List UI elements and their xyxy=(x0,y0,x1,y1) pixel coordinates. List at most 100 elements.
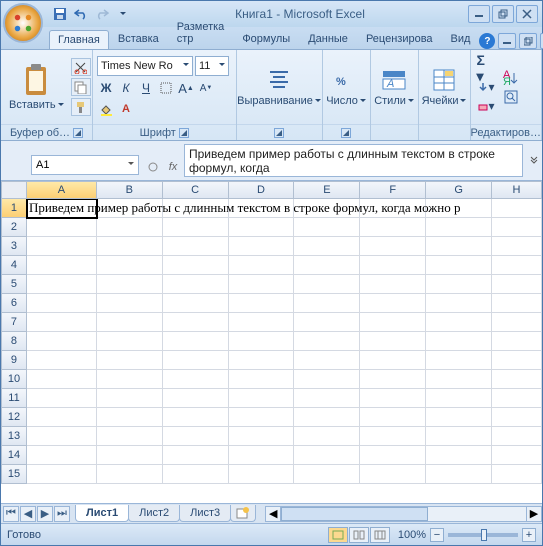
scroll-right-button[interactable]: ▶ xyxy=(526,506,542,522)
cut-button[interactable] xyxy=(71,58,91,76)
cell[interactable] xyxy=(426,351,492,370)
cell[interactable] xyxy=(163,237,229,256)
row-header[interactable]: 6 xyxy=(1,294,27,313)
cell[interactable] xyxy=(27,294,97,313)
copy-button[interactable] xyxy=(71,78,91,96)
cell[interactable] xyxy=(294,332,360,351)
clear-button[interactable]: ▾ xyxy=(477,97,495,115)
cell[interactable] xyxy=(426,313,492,332)
cell[interactable] xyxy=(229,294,295,313)
styles-button[interactable]: A Стили xyxy=(370,65,418,109)
cell[interactable] xyxy=(27,256,97,275)
help-icon[interactable]: ? xyxy=(479,33,495,49)
tab-formulas[interactable]: Формулы xyxy=(233,29,299,49)
last-sheet-button[interactable]: ⏭ xyxy=(54,506,70,522)
font-name-combo[interactable]: Times New Ro xyxy=(97,56,193,76)
redo-icon[interactable] xyxy=(93,5,111,23)
cell[interactable] xyxy=(97,218,163,237)
cell[interactable] xyxy=(360,332,426,351)
cell[interactable] xyxy=(229,408,295,427)
row-header[interactable]: 9 xyxy=(1,351,27,370)
cell[interactable] xyxy=(294,313,360,332)
clipboard-launcher[interactable] xyxy=(73,128,83,138)
cell[interactable] xyxy=(97,237,163,256)
tab-review[interactable]: Рецензирова xyxy=(357,29,442,49)
next-sheet-button[interactable]: ▶ xyxy=(37,506,53,522)
cell[interactable] xyxy=(426,294,492,313)
page-break-view-button[interactable] xyxy=(370,527,390,543)
row-header[interactable]: 15 xyxy=(1,465,27,484)
cell[interactable] xyxy=(426,446,492,465)
shrink-font-button[interactable]: A▼ xyxy=(197,79,215,97)
scroll-left-button[interactable]: ◀ xyxy=(265,506,281,522)
cell[interactable] xyxy=(426,389,492,408)
cell[interactable] xyxy=(492,313,542,332)
row-header[interactable]: 10 xyxy=(1,370,27,389)
save-icon[interactable] xyxy=(51,5,69,23)
undo-icon[interactable] xyxy=(72,5,90,23)
cell[interactable] xyxy=(229,275,295,294)
prev-sheet-button[interactable]: ◀ xyxy=(20,506,36,522)
cell[interactable] xyxy=(492,351,542,370)
new-sheet-button[interactable] xyxy=(230,505,256,522)
column-header[interactable]: C xyxy=(163,181,229,199)
column-header[interactable]: D xyxy=(229,181,295,199)
cell[interactable] xyxy=(27,389,97,408)
find-select-button[interactable] xyxy=(502,88,520,106)
cell[interactable] xyxy=(163,332,229,351)
cell[interactable] xyxy=(492,294,542,313)
cell[interactable] xyxy=(229,465,295,484)
cell[interactable] xyxy=(229,313,295,332)
fill-color-button[interactable] xyxy=(97,100,115,118)
cell[interactable] xyxy=(294,465,360,484)
cell[interactable] xyxy=(163,256,229,275)
column-header[interactable]: H xyxy=(492,181,542,199)
cell[interactable] xyxy=(27,351,97,370)
autosum-button[interactable]: Σ ▾ xyxy=(477,59,495,77)
paste-button[interactable]: Вставить xyxy=(5,61,68,113)
cell[interactable] xyxy=(360,389,426,408)
cell[interactable] xyxy=(97,446,163,465)
zoom-in-button[interactable]: + xyxy=(522,528,536,542)
cell[interactable] xyxy=(294,389,360,408)
row-header[interactable]: 14 xyxy=(1,446,27,465)
cancel-formula-button[interactable] xyxy=(144,159,162,175)
close-button[interactable] xyxy=(516,5,538,23)
cell[interactable] xyxy=(492,408,542,427)
cell[interactable] xyxy=(492,465,542,484)
cell[interactable] xyxy=(492,199,542,218)
underline-button[interactable]: Ч xyxy=(137,79,155,97)
row-header[interactable]: 7 xyxy=(1,313,27,332)
cell[interactable] xyxy=(426,408,492,427)
cell[interactable] xyxy=(163,389,229,408)
cell[interactable] xyxy=(294,294,360,313)
cell[interactable] xyxy=(163,408,229,427)
minimize-button[interactable] xyxy=(468,5,490,23)
row-header[interactable]: 13 xyxy=(1,427,27,446)
tab-view[interactable]: Вид xyxy=(442,29,480,49)
cell[interactable] xyxy=(360,408,426,427)
row-header[interactable]: 1 xyxy=(1,199,27,218)
cell[interactable] xyxy=(360,446,426,465)
cell[interactable] xyxy=(27,332,97,351)
cell[interactable] xyxy=(492,370,542,389)
cell[interactable] xyxy=(163,465,229,484)
row-header[interactable]: 3 xyxy=(1,237,27,256)
cell[interactable] xyxy=(97,256,163,275)
cell[interactable] xyxy=(27,408,97,427)
cell[interactable] xyxy=(360,294,426,313)
cell[interactable] xyxy=(426,256,492,275)
sheet-tab[interactable]: Лист3 xyxy=(179,505,231,522)
doc-restore-button[interactable] xyxy=(519,33,537,49)
cell[interactable] xyxy=(492,389,542,408)
fill-button[interactable]: ▾ xyxy=(477,78,495,96)
cell[interactable] xyxy=(426,332,492,351)
zoom-level[interactable]: 100% xyxy=(398,529,426,541)
cell[interactable] xyxy=(492,446,542,465)
cell[interactable] xyxy=(229,389,295,408)
cell[interactable] xyxy=(229,332,295,351)
tab-home[interactable]: Главная xyxy=(49,30,109,49)
row-header[interactable]: 4 xyxy=(1,256,27,275)
cell[interactable] xyxy=(163,427,229,446)
column-header[interactable]: F xyxy=(360,181,426,199)
